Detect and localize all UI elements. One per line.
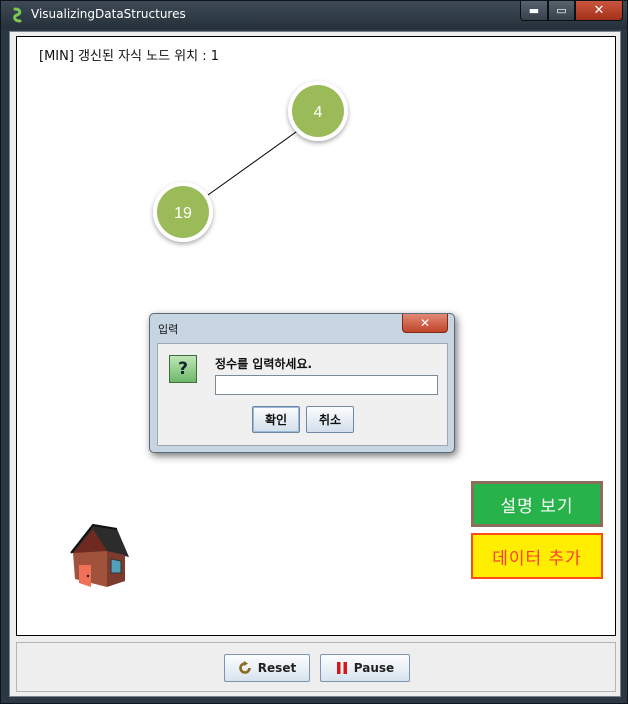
- maximize-button[interactable]: ▭: [548, 1, 575, 21]
- cancel-button[interactable]: 취소: [306, 406, 354, 433]
- tree-edge: [207, 126, 304, 196]
- add-data-button[interactable]: 데이터 추가: [471, 533, 603, 579]
- dialog-body: ? 정수를 입력하세요. 확인 취소: [157, 343, 448, 446]
- reset-button[interactable]: Reset: [224, 654, 310, 682]
- dialog-message: 정수를 입력하세요.: [215, 357, 313, 371]
- close-window-button[interactable]: ✕: [575, 1, 623, 21]
- ok-button-label: 확인: [264, 413, 288, 427]
- reset-button-label: Reset: [257, 661, 297, 675]
- app-window: VisualizingDataStructures ▬ ▭ ✕ [MIN] 갱신…: [0, 0, 628, 704]
- dialog-title: 입력: [158, 323, 179, 336]
- add-data-button-label: 데이터 추가: [492, 548, 582, 569]
- maximize-icon: ▭: [556, 4, 567, 17]
- node-value: 19: [174, 205, 192, 222]
- pause-button-label: Pause: [353, 661, 395, 675]
- tree-node-root: 4: [288, 81, 348, 141]
- question-icon: ?: [169, 355, 197, 383]
- window-title: VisualizingDataStructures: [31, 7, 186, 21]
- minimize-icon: ▬: [528, 4, 540, 17]
- reset-icon: [239, 661, 251, 674]
- pause-button[interactable]: Pause: [320, 654, 410, 682]
- node-value: 4: [314, 104, 323, 121]
- dialog-close-button[interactable]: ✕: [402, 314, 448, 333]
- close-icon: ✕: [593, 3, 605, 18]
- title-bar[interactable]: VisualizingDataStructures ▬ ▭ ✕: [1, 1, 627, 29]
- close-icon: ✕: [419, 316, 431, 330]
- explain-button[interactable]: 설명 보기: [471, 481, 603, 527]
- ok-button[interactable]: 확인: [252, 406, 300, 433]
- minimize-button[interactable]: ▬: [520, 1, 548, 21]
- home-icon[interactable]: [63, 519, 133, 597]
- app-icon: [13, 7, 22, 23]
- input-dialog: 입력 ✕ ? 정수를 입력하세요. 확인 취소: [149, 313, 455, 453]
- pause-icon: [336, 662, 347, 674]
- control-panel: Reset Pause: [16, 642, 616, 692]
- integer-input[interactable]: [215, 375, 438, 395]
- cancel-button-label: 취소: [318, 413, 342, 427]
- explain-button-label: 설명 보기: [500, 496, 574, 517]
- tree-node-left-child: 19: [153, 182, 213, 242]
